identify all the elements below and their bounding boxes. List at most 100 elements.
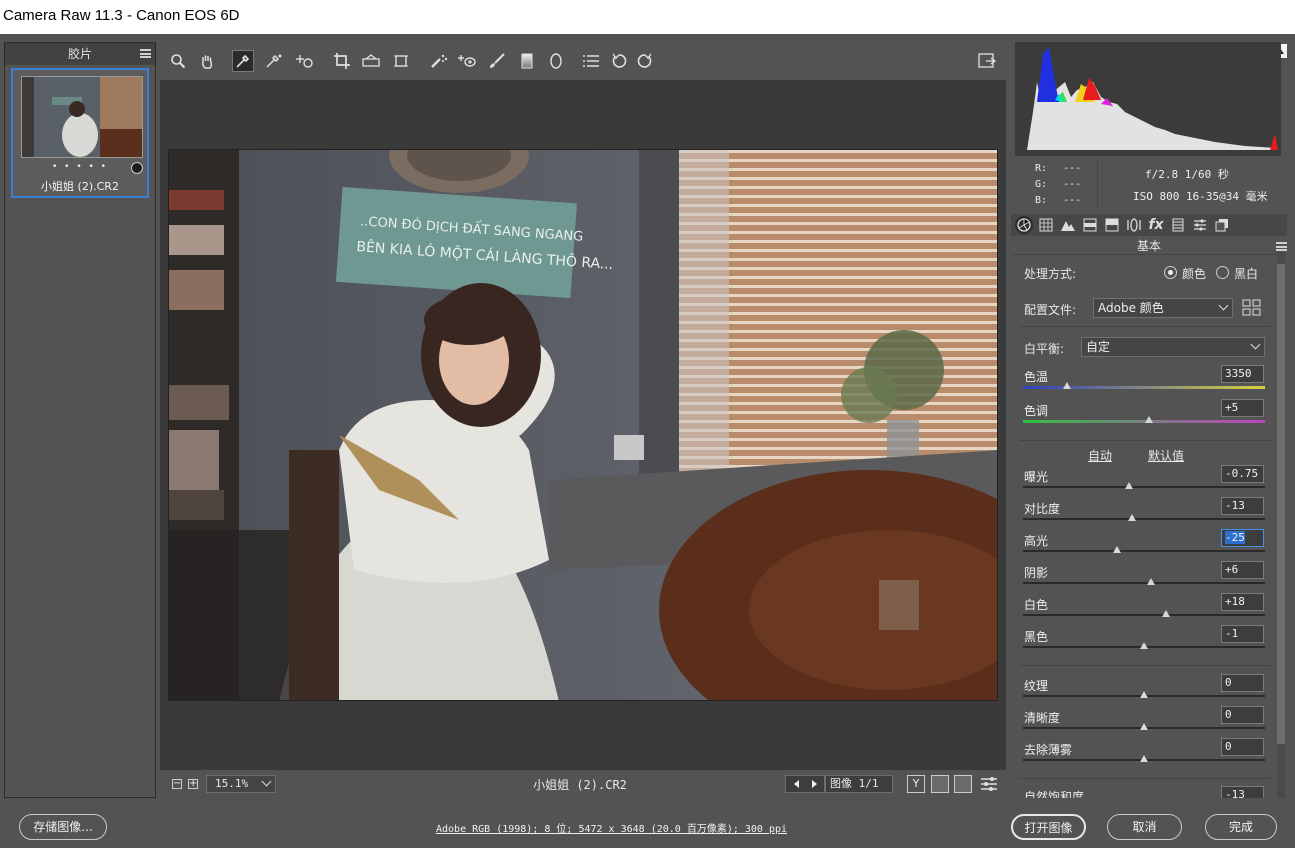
- tab-presets-icon[interactable]: [1191, 216, 1209, 234]
- previous-image-icon[interactable]: [794, 780, 799, 788]
- zoom-level-select[interactable]: 15.1%: [206, 775, 276, 793]
- panel-scrollbar[interactable]: [1277, 252, 1285, 798]
- divider: [1019, 665, 1271, 666]
- slider-thumb[interactable]: [1140, 691, 1148, 698]
- slider-whites[interactable]: 白色 +18: [1011, 593, 1271, 628]
- slider-value-input[interactable]: +5: [1221, 399, 1264, 417]
- slider-thumb[interactable]: [1125, 482, 1134, 489]
- target-adjust-icon[interactable]: [294, 50, 316, 72]
- treatment-color-label[interactable]: 颜色: [1182, 265, 1206, 282]
- tab-detail-icon[interactable]: [1059, 216, 1077, 234]
- slider-thumb[interactable]: [1161, 610, 1170, 617]
- color-sampler-icon[interactable]: [263, 50, 285, 72]
- slider-thumb[interactable]: [1140, 642, 1148, 649]
- image-preview-area[interactable]: ..CON ĐÓ DỊCH ĐẤT SANG NGANG BÊN KIA LÓ …: [160, 80, 1006, 770]
- open-image-button[interactable]: 打开图像: [1011, 814, 1086, 840]
- slider-track[interactable]: [1023, 486, 1265, 488]
- slider-value-input[interactable]: 0: [1221, 674, 1264, 692]
- white-balance-icon[interactable]: [232, 50, 254, 72]
- zoom-icon[interactable]: [167, 50, 189, 72]
- crop-icon[interactable]: [331, 50, 353, 72]
- profile-browser-icon[interactable]: [1242, 299, 1262, 320]
- slider-tint[interactable]: 色调 +5: [1011, 399, 1271, 434]
- slider-thumb[interactable]: [1140, 755, 1148, 762]
- preview-photo[interactable]: ..CON ĐÓ DỊCH ĐẤT SANG NGANG BÊN KIA LÓ …: [168, 149, 998, 701]
- radial-filter-icon[interactable]: [545, 50, 567, 72]
- slider-track[interactable]: [1023, 550, 1265, 552]
- slider-value-input[interactable]: -13: [1221, 497, 1264, 515]
- filmstrip-thumbnail[interactable]: • • • • • 小姐姐 (2).CR2: [11, 68, 149, 198]
- image-nav-arrows[interactable]: [785, 775, 825, 793]
- treatment-bw-radio[interactable]: [1216, 266, 1229, 279]
- rotate-left-icon[interactable]: [608, 50, 630, 72]
- tab-lens-corrections-icon[interactable]: [1125, 216, 1143, 234]
- treatment-bw-label[interactable]: 黑白: [1234, 265, 1258, 282]
- slider-value-input[interactable]: +18: [1221, 593, 1264, 611]
- zoom-in-icon[interactable]: +: [188, 779, 198, 789]
- tab-effects-icon[interactable]: fx: [1147, 216, 1165, 234]
- white-balance-select[interactable]: 自定: [1081, 337, 1265, 357]
- spot-removal-icon[interactable]: [428, 50, 450, 72]
- slider-texture[interactable]: 纹理 0: [1011, 674, 1271, 709]
- slider-track[interactable]: [1023, 386, 1265, 389]
- slider-value-input[interactable]: 0: [1221, 706, 1264, 724]
- default-link[interactable]: 默认值: [1148, 447, 1184, 464]
- slider-clarity[interactable]: 清晰度 0: [1011, 706, 1271, 741]
- workflow-options-link[interactable]: Adobe RGB (1998); 8 位; 5472 x 3648 (20.0…: [436, 820, 787, 835]
- slider-dehaze[interactable]: 去除薄雾 0: [1011, 738, 1271, 773]
- rotate-right-icon[interactable]: [634, 50, 656, 72]
- tab-hsl-icon[interactable]: [1081, 216, 1099, 234]
- slider-exposure[interactable]: 曝光 -0.75: [1011, 465, 1271, 500]
- adjustment-brush-icon[interactable]: [486, 50, 508, 72]
- slider-value-input[interactable]: -0.75: [1221, 465, 1264, 483]
- cancel-button[interactable]: 取消: [1107, 814, 1182, 840]
- slider-track[interactable]: [1023, 518, 1265, 520]
- auto-link[interactable]: 自动: [1088, 447, 1112, 464]
- tab-snapshots-icon[interactable]: [1213, 216, 1231, 234]
- tab-basic-icon[interactable]: [1015, 216, 1033, 234]
- tab-split-toning-icon[interactable]: [1103, 216, 1121, 234]
- save-image-button[interactable]: 存储图像...: [19, 814, 107, 840]
- treatment-color-radio[interactable]: [1164, 266, 1177, 279]
- slider-value-input[interactable]: -25: [1221, 529, 1264, 547]
- before-after-view-icon[interactable]: Y: [907, 775, 925, 793]
- fullscreen-icon[interactable]: [976, 50, 998, 72]
- slider-track[interactable]: [1023, 582, 1265, 584]
- tab-calibration-icon[interactable]: [1169, 216, 1187, 234]
- slider-thumb[interactable]: [1140, 723, 1148, 730]
- rating-dots[interactable]: • • • • •: [13, 162, 147, 172]
- toggle-settings-icon[interactable]: [980, 776, 998, 795]
- straighten-icon[interactable]: [360, 50, 382, 72]
- slider-highlights[interactable]: 高光 -25: [1011, 529, 1271, 564]
- slider-value-input[interactable]: 3350: [1221, 365, 1264, 383]
- slider-value-input[interactable]: +6: [1221, 561, 1264, 579]
- zoom-out-icon[interactable]: −: [172, 779, 182, 789]
- slider-value-input[interactable]: -1: [1221, 625, 1264, 643]
- red-eye-icon[interactable]: [456, 50, 478, 72]
- slider-contrast[interactable]: 对比度 -13: [1011, 497, 1271, 532]
- slider-thumb[interactable]: [1113, 546, 1122, 553]
- slider-thumb[interactable]: [1062, 382, 1071, 389]
- slider-thumb[interactable]: [1147, 578, 1156, 585]
- tab-tone-curve-icon[interactable]: [1037, 216, 1055, 234]
- copy-settings-icon[interactable]: [954, 775, 972, 793]
- scrollbar-thumb[interactable]: [1277, 264, 1285, 744]
- transform-icon[interactable]: [390, 50, 412, 72]
- hand-icon[interactable]: [196, 50, 218, 72]
- graduated-filter-icon[interactable]: [516, 50, 538, 72]
- slider-temperature[interactable]: 色温 3350: [1011, 365, 1271, 400]
- slider-thumb[interactable]: [1144, 416, 1153, 423]
- slider-blacks[interactable]: 黑色 -1: [1011, 625, 1271, 660]
- preferences-list-icon[interactable]: [580, 50, 602, 72]
- swap-settings-icon[interactable]: [931, 775, 949, 793]
- slider-thumb[interactable]: [1127, 514, 1136, 521]
- slider-value-input[interactable]: -13: [1221, 786, 1264, 798]
- panel-menu-icon[interactable]: [1276, 242, 1287, 251]
- slider-value-input[interactable]: 0: [1221, 738, 1264, 756]
- slider-track[interactable]: [1023, 614, 1265, 616]
- slider-shadows[interactable]: 阴影 +6: [1011, 561, 1271, 596]
- filmstrip-menu-icon[interactable]: [140, 49, 151, 58]
- next-image-icon[interactable]: [812, 780, 817, 788]
- profile-select[interactable]: Adobe 颜色: [1093, 298, 1233, 318]
- done-button[interactable]: 完成: [1205, 814, 1277, 840]
